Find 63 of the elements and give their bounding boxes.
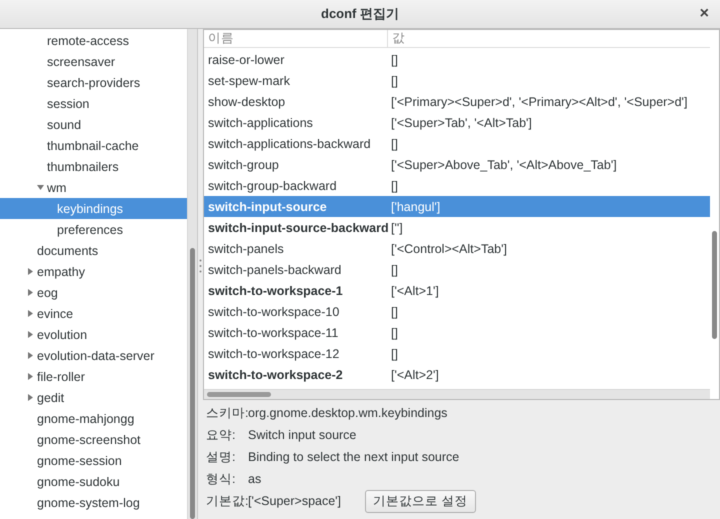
column-header[interactable]: 값 [388, 30, 405, 47]
field-value: as [248, 472, 262, 486]
tree-item[interactable]: gnome-mahjongg [0, 408, 187, 429]
field-label: 기본값: [206, 492, 248, 510]
tree-item[interactable]: gnome-session [0, 450, 187, 471]
table-row[interactable]: show-desktop ['<Primary><Super>d', '<Primary><Alt>d', '<Super>d'] [204, 91, 710, 112]
table-row[interactable]: switch-group ['<Super>Above_Tab', '<Alt>Above_Tab'] [204, 154, 710, 175]
collapsed-arrow-icon[interactable] [27, 373, 34, 380]
close-button[interactable]: × [696, 5, 712, 23]
collapsed-arrow-icon[interactable] [27, 310, 34, 317]
table-row[interactable]: set-spew-mark [] [204, 70, 710, 91]
tree-item[interactable]: screensaver [0, 51, 187, 72]
collapsed-arrow-icon[interactable] [27, 394, 34, 401]
expanded-arrow-icon[interactable] [37, 184, 44, 191]
table-row[interactable]: switch-panels-backward [] [204, 259, 710, 280]
tree-item[interactable]: evolution-data-server [0, 345, 187, 366]
field-value: Binding to select the next input source [248, 450, 460, 464]
tree-item[interactable]: sound [0, 114, 187, 135]
scrollbar[interactable] [187, 29, 197, 519]
table-row[interactable]: switch-to-workspace-12 [] [204, 343, 710, 364]
tree-item[interactable]: evolution [0, 324, 187, 345]
tree-item[interactable]: session [0, 93, 187, 114]
set-default-button[interactable]: 기본값으로 설정 [365, 490, 476, 512]
window-title: dconf 편집기 [321, 5, 399, 23]
tree-item[interactable]: gedit [0, 387, 187, 408]
table-row[interactable]: switch-to-workspace-2 ['<Alt>2'] [204, 364, 710, 385]
scrollbar[interactable] [204, 389, 710, 399]
table-row[interactable]: switch-to-workspace-1 ['<Alt>1'] [204, 280, 710, 301]
field-label: 설명: [206, 448, 236, 466]
tree-item[interactable]: preferences [0, 219, 187, 240]
table-row[interactable]: switch-applications-backward [] [204, 133, 710, 154]
tree-item[interactable]: remote-access [0, 30, 187, 51]
tree-item[interactable]: gnome-system-log [0, 492, 187, 513]
table-row[interactable]: raise-or-lower [] [204, 49, 710, 70]
collapsed-arrow-icon[interactable] [27, 352, 34, 359]
collapsed-arrow-icon[interactable] [27, 289, 34, 296]
table-row[interactable]: switch-to-workspace-10 [] [204, 301, 710, 322]
field-label: 형식: [206, 470, 236, 488]
tree-item[interactable]: gnome-screenshot [0, 429, 187, 450]
table-row[interactable]: switch-to-workspace-11 [] [204, 322, 710, 343]
table-row[interactable]: switch-input-source-backward [''] [204, 217, 710, 238]
tree-item[interactable]: documents [0, 240, 187, 261]
tree-item[interactable]: file-roller [0, 366, 187, 387]
table-row[interactable]: switch-panels ['<Control><Alt>Tab'] [204, 238, 710, 259]
tree-item[interactable]: eog [0, 282, 187, 303]
collapsed-arrow-icon[interactable] [27, 331, 34, 338]
field-value: Switch input source [248, 428, 356, 442]
table-row[interactable]: switch-group-backward [] [204, 175, 710, 196]
tree-item[interactable]: wm [0, 177, 187, 198]
tree-item[interactable]: thumbnailers [0, 156, 187, 177]
tree-item[interactable]: gnome-sudoku [0, 471, 187, 492]
field-label: 요약: [206, 426, 236, 444]
table-row[interactable]: switch-applications ['<Super>Tab', '<Alt>Tab'] [204, 112, 710, 133]
tree-item[interactable]: evince [0, 303, 187, 324]
field-label: 스키마: [206, 404, 248, 422]
pane-grip-icon[interactable] [199, 259, 202, 273]
tree-item[interactable]: search-providers [0, 72, 187, 93]
column-header[interactable]: 이름 [204, 30, 388, 47]
field-value: ['<Super>space'] [248, 494, 342, 508]
collapsed-arrow-icon[interactable] [27, 268, 34, 275]
tree-item[interactable]: thumbnail-cache [0, 135, 187, 156]
field-value: org.gnome.desktop.wm.keybindings [248, 406, 448, 420]
tree-item[interactable]: empathy [0, 261, 187, 282]
